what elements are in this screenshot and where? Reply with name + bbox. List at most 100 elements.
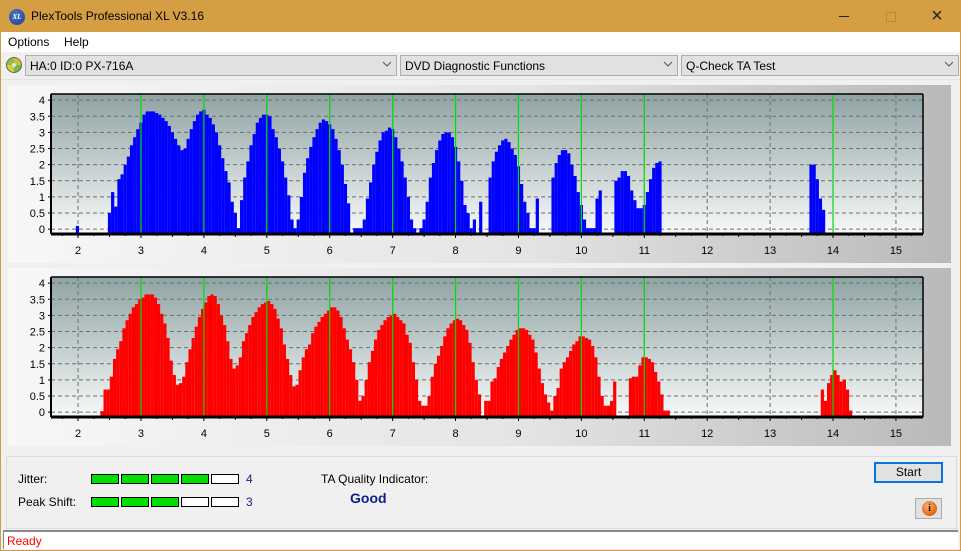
bar bbox=[218, 145, 222, 234]
bar bbox=[575, 341, 579, 417]
bar bbox=[443, 336, 447, 417]
bar bbox=[241, 341, 246, 417]
bar bbox=[274, 137, 278, 234]
bar bbox=[188, 349, 192, 417]
bar bbox=[123, 164, 127, 234]
bar bbox=[243, 177, 247, 234]
y-tick-label: 3.5 bbox=[30, 111, 45, 123]
bar bbox=[355, 379, 359, 417]
bar bbox=[330, 307, 334, 417]
bar bbox=[226, 341, 230, 417]
bar bbox=[342, 328, 346, 417]
bar bbox=[227, 182, 231, 234]
peak-shift-label: Peak Shift: bbox=[18, 495, 77, 509]
bar bbox=[425, 201, 429, 234]
jitter-segment bbox=[211, 474, 239, 484]
peak-shift-segment bbox=[151, 497, 179, 507]
test-select[interactable]: Q-Check TA Test bbox=[681, 55, 959, 76]
bar bbox=[312, 137, 316, 234]
bar bbox=[145, 111, 149, 234]
bar bbox=[182, 376, 186, 417]
bar bbox=[440, 346, 444, 417]
bar bbox=[638, 365, 642, 417]
peak-shift-segment bbox=[181, 497, 209, 507]
x-tick-label: 10 bbox=[575, 428, 587, 440]
title-bar[interactable]: XL PlexTools Professional XL V3.16 × bbox=[1, 1, 960, 32]
bar bbox=[144, 294, 148, 417]
bar bbox=[540, 383, 544, 417]
bar bbox=[491, 161, 495, 234]
jitter-segment bbox=[151, 474, 179, 484]
bar bbox=[384, 130, 388, 234]
bar bbox=[307, 344, 312, 417]
x-tick-label: 6 bbox=[327, 245, 333, 257]
bar bbox=[133, 137, 137, 234]
bar bbox=[279, 328, 283, 417]
function-select[interactable]: DVD Diagnostic Functions bbox=[400, 55, 678, 76]
bar bbox=[620, 171, 624, 234]
bar bbox=[827, 383, 831, 417]
bar bbox=[513, 154, 517, 234]
bar bbox=[587, 339, 592, 417]
bar bbox=[112, 358, 117, 417]
bar bbox=[433, 363, 438, 417]
bar bbox=[358, 400, 362, 417]
bar bbox=[809, 164, 813, 234]
x-tick-label: 12 bbox=[701, 428, 713, 440]
bar bbox=[406, 196, 410, 234]
bar bbox=[377, 329, 381, 417]
bar bbox=[257, 307, 261, 417]
bar bbox=[109, 376, 113, 417]
bar bbox=[331, 129, 335, 234]
bar bbox=[378, 140, 382, 234]
menu-help[interactable]: Help bbox=[64, 35, 89, 49]
bar bbox=[298, 370, 302, 417]
y-tick-label: 3 bbox=[39, 310, 45, 322]
bar bbox=[172, 375, 176, 417]
bar bbox=[204, 302, 208, 417]
minimize-button[interactable] bbox=[821, 1, 867, 32]
bar bbox=[221, 158, 225, 234]
drive-select[interactable]: HA:0 ID:0 PX-716A bbox=[25, 55, 397, 76]
bar bbox=[562, 362, 566, 417]
bar bbox=[474, 379, 478, 417]
start-button[interactable]: Start bbox=[874, 462, 943, 483]
bar bbox=[501, 140, 505, 234]
test-select-value: Q-Check TA Test bbox=[686, 59, 776, 73]
bar bbox=[633, 200, 637, 234]
bar bbox=[441, 134, 445, 234]
x-tick-label: 12 bbox=[701, 245, 713, 257]
x-tick-label: 15 bbox=[890, 245, 902, 257]
peak-shift-segment bbox=[211, 497, 239, 507]
x-tick-label: 15 bbox=[890, 428, 902, 440]
bar bbox=[521, 328, 526, 417]
bar bbox=[249, 145, 253, 234]
status-text: Ready bbox=[7, 534, 42, 548]
menu-options[interactable]: Options bbox=[8, 35, 49, 49]
close-button[interactable]: × bbox=[914, 1, 960, 32]
bar bbox=[213, 296, 217, 417]
y-tick-label: 1 bbox=[39, 375, 45, 387]
info-button[interactable]: i bbox=[915, 498, 942, 519]
bar bbox=[179, 383, 183, 417]
x-tick-label: 8 bbox=[452, 428, 458, 440]
bar bbox=[126, 156, 130, 234]
y-tick-label: 1.5 bbox=[30, 176, 45, 188]
y-tick-label: 3 bbox=[39, 127, 45, 139]
bar bbox=[160, 313, 164, 417]
bar bbox=[584, 337, 589, 417]
y-tick-label: 2.5 bbox=[30, 327, 45, 339]
y-tick-label: 4 bbox=[39, 278, 45, 290]
bar bbox=[375, 151, 379, 234]
bar bbox=[537, 368, 541, 417]
maximize-button[interactable] bbox=[868, 1, 914, 32]
bar bbox=[557, 154, 561, 234]
bar bbox=[576, 192, 580, 234]
bar bbox=[570, 164, 574, 234]
bar bbox=[595, 198, 599, 234]
bar bbox=[260, 304, 264, 417]
bar bbox=[208, 117, 212, 234]
bar bbox=[267, 300, 271, 417]
bar bbox=[383, 320, 387, 417]
bar bbox=[352, 362, 356, 417]
